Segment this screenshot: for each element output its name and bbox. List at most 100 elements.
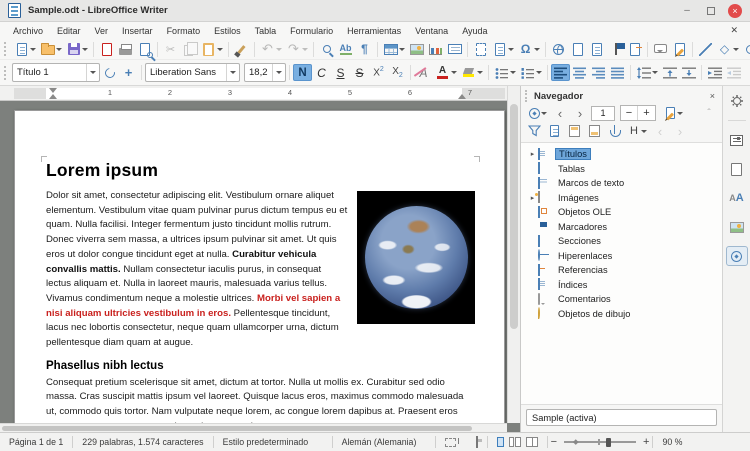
tree-item-objetos-ole[interactable]: Objetos OLE <box>521 205 722 220</box>
tab-gallery[interactable] <box>726 217 748 237</box>
bold-button[interactable]: N <box>293 64 312 81</box>
strikethrough-button[interactable]: S <box>350 64 369 81</box>
document-modified-status[interactable] <box>467 437 487 447</box>
navigate-by-button[interactable] <box>525 105 549 121</box>
word-count-status[interactable]: 229 palabras, 1.574 caracteres <box>73 437 212 447</box>
plus-button[interactable]: + <box>638 106 655 120</box>
decrease-paragraph-spacing-button[interactable] <box>679 64 698 81</box>
increase-indent-button[interactable] <box>705 64 724 81</box>
align-center-button[interactable] <box>570 64 589 81</box>
menu-formulario[interactable]: Formulario <box>283 24 340 38</box>
clone-formatting-button[interactable] <box>232 41 251 58</box>
footer-button[interactable] <box>585 123 603 139</box>
minus-button[interactable]: − <box>621 106 638 120</box>
tree-item-indices[interactable]: Índices <box>521 278 722 293</box>
highlight-color-button[interactable] <box>459 64 485 81</box>
horizontal-scrollbar-thumb[interactable] <box>2 426 472 431</box>
insert-field-button[interactable] <box>490 41 516 58</box>
save-button[interactable] <box>64 41 90 58</box>
undo-button[interactable]: ↶ <box>258 41 284 58</box>
export-pdf-button[interactable] <box>97 41 116 58</box>
page-number-spinner[interactable]: 1 <box>591 106 615 121</box>
drag-mode-button[interactable] <box>661 105 685 121</box>
tree-item-comentarios[interactable]: Comentarios <box>521 292 722 307</box>
vertical-scrollbar-thumb[interactable] <box>510 104 518 329</box>
menu-insertar[interactable]: Insertar <box>115 24 160 38</box>
tree-item-objetos-de-dibujo[interactable]: Objetos de dibujo <box>521 307 722 322</box>
tree-item-secciones[interactable]: Secciones <box>521 234 722 249</box>
tree-item-marcos-de-texto[interactable]: Marcos de texto <box>521 176 722 191</box>
menu-ayuda[interactable]: Ayuda <box>455 24 494 38</box>
basic-shapes-button[interactable]: ◇ <box>715 41 741 58</box>
menu-formato[interactable]: Formato <box>160 24 208 38</box>
next-button[interactable]: › <box>571 105 589 121</box>
zoom-slider[interactable] <box>564 441 636 443</box>
toolbar-grip[interactable] <box>4 42 8 56</box>
document-page[interactable]: Lorem ipsum Dolor sit amet, consectetur … <box>14 110 505 423</box>
font-size-combo[interactable]: 18,2 <box>244 63 286 82</box>
spelling-button[interactable]: Ab <box>336 41 355 58</box>
open-button[interactable] <box>38 41 64 58</box>
cut-button[interactable]: ✂ <box>161 41 180 58</box>
insert-page-break-button[interactable] <box>471 41 490 58</box>
menu-ver[interactable]: Ver <box>88 24 116 38</box>
right-indent-marker[interactable] <box>458 94 466 99</box>
font-color-button[interactable]: A <box>433 64 459 81</box>
previous-item-button[interactable]: ‹ <box>651 123 669 139</box>
print-button[interactable] <box>116 41 135 58</box>
tree-item-referencias[interactable]: Referencias <box>521 263 722 278</box>
page-count-status[interactable]: Página 1 de 1 <box>0 437 72 447</box>
single-page-view-icon[interactable] <box>497 437 504 447</box>
tab-page[interactable] <box>726 159 748 179</box>
justify-button[interactable] <box>608 64 627 81</box>
tab-styles[interactable]: AA <box>726 188 748 208</box>
content-view-filter-button[interactable] <box>525 123 543 139</box>
minimize-button[interactable]: – <box>680 4 694 18</box>
maximize-button[interactable] <box>704 4 718 18</box>
menu-archivo[interactable]: Archivo <box>6 24 50 38</box>
redo-button[interactable]: ↷ <box>284 41 310 58</box>
formatting-marks-button[interactable]: ¶ <box>355 41 374 58</box>
new-style-button[interactable]: + <box>119 64 138 81</box>
vertical-scrollbar[interactable] <box>507 86 520 423</box>
insert-text-box-button[interactable] <box>445 41 464 58</box>
superscript-button[interactable]: X2 <box>369 64 388 81</box>
paste-button[interactable] <box>199 41 225 58</box>
tree-item-imagenes[interactable]: ▸ Imágenes <box>521 191 722 206</box>
header-button[interactable] <box>565 123 583 139</box>
track-changes-button[interactable] <box>670 41 689 58</box>
print-preview-button[interactable] <box>135 41 154 58</box>
insert-cross-reference-button[interactable] <box>625 41 644 58</box>
menu-tabla[interactable]: Tabla <box>248 24 284 38</box>
previous-button[interactable]: ‹ <box>551 105 569 121</box>
numbered-list-button[interactable] <box>518 64 544 81</box>
insert-table-button[interactable] <box>381 41 407 58</box>
toolbar-grip[interactable] <box>4 66 8 80</box>
insert-hyperlink-button[interactable] <box>549 41 568 58</box>
tab-properties[interactable] <box>726 130 748 150</box>
italic-button[interactable]: C <box>312 64 331 81</box>
copy-button[interactable] <box>180 41 199 58</box>
close-window-button[interactable]: × <box>728 4 742 18</box>
align-left-button[interactable] <box>551 64 570 81</box>
show-draw-functions-button[interactable] <box>741 41 750 58</box>
language-status[interactable]: Alemán (Alemania) <box>333 437 435 447</box>
menu-estilos[interactable]: Estilos <box>207 24 248 38</box>
menu-herramientas[interactable]: Herramientas <box>340 24 408 38</box>
active-document-selector[interactable]: Sample (activa) <box>526 409 717 426</box>
menu-editar[interactable]: Editar <box>50 24 88 38</box>
increase-paragraph-spacing-button[interactable] <box>660 64 679 81</box>
subscript-button[interactable]: X2 <box>388 64 407 81</box>
left-indent-marker[interactable] <box>49 94 57 99</box>
set-reminder-button[interactable] <box>545 123 563 139</box>
first-line-indent-marker[interactable] <box>49 88 57 93</box>
insert-image-button[interactable] <box>407 41 426 58</box>
decrease-indent-button[interactable] <box>724 64 743 81</box>
paragraph-style-combo[interactable]: Título 1 <box>12 63 100 82</box>
tree-item-tablas[interactable]: Tablas <box>521 162 722 177</box>
new-document-button[interactable] <box>12 41 38 58</box>
insert-footnote-button[interactable] <box>568 41 587 58</box>
collapse-panel-button[interactable]: ˆ <box>700 105 718 121</box>
bullet-list-button[interactable] <box>492 64 518 81</box>
tree-item-hiperenlaces[interactable]: Hiperenlaces <box>521 249 722 264</box>
